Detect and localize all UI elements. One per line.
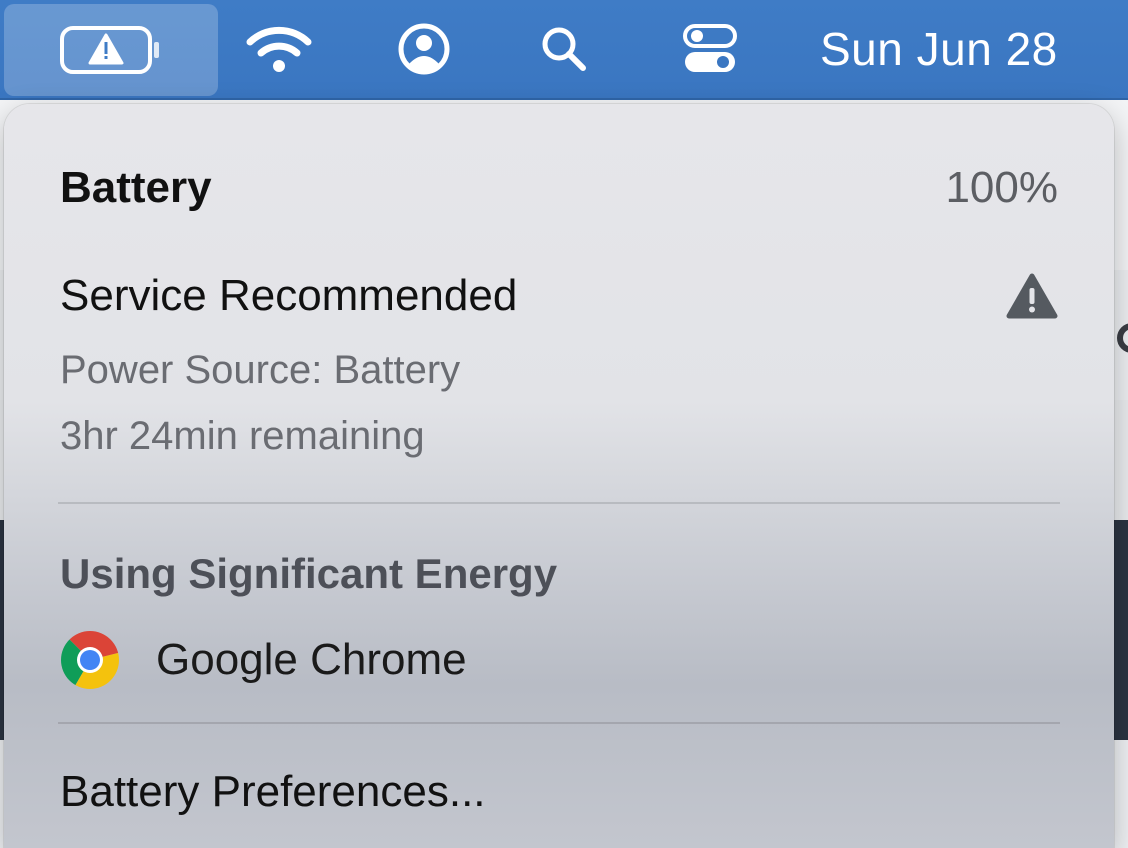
battery-menu: Battery 100% Service Recommended Power S… — [4, 104, 1114, 848]
battery-title-row: Battery 100% — [60, 156, 1058, 220]
energy-section-header: Using Significant Energy — [60, 550, 558, 597]
battery-warning-icon — [60, 26, 159, 74]
energy-app-item[interactable]: Google Chrome — [60, 628, 1058, 692]
battery-condition: Service Recommended — [60, 271, 518, 320]
menu-bar: Sun Jun 28 — [0, 0, 1128, 100]
menu-divider — [58, 502, 1060, 504]
menu-bar-clock[interactable]: Sun Jun 28 — [800, 0, 1128, 98]
spotlight-search-item[interactable] — [528, 0, 600, 98]
user-status-item[interactable] — [388, 0, 460, 98]
chrome-icon — [61, 631, 119, 689]
control-center-icon — [683, 24, 737, 72]
control-center-item[interactable] — [670, 0, 750, 98]
menu-divider — [58, 722, 1060, 724]
warning-icon — [1006, 273, 1058, 319]
wifi-icon — [246, 26, 312, 72]
battery-percent: 100% — [945, 163, 1058, 212]
search-icon — [542, 27, 586, 71]
energy-app-name: Google Chrome — [156, 635, 467, 684]
battery-title: Battery — [60, 163, 212, 212]
battery-status-item[interactable] — [4, 4, 218, 96]
power-source-text: Power Source: Battery — [60, 347, 461, 392]
battery-preferences-item[interactable]: Battery Preferences... — [60, 760, 1058, 824]
time-remaining-text: 3hr 24min remaining — [60, 413, 425, 458]
battery-condition-row: Service Recommended — [60, 264, 1058, 328]
wifi-status-item[interactable] — [238, 0, 320, 98]
user-circle-icon — [398, 23, 450, 75]
